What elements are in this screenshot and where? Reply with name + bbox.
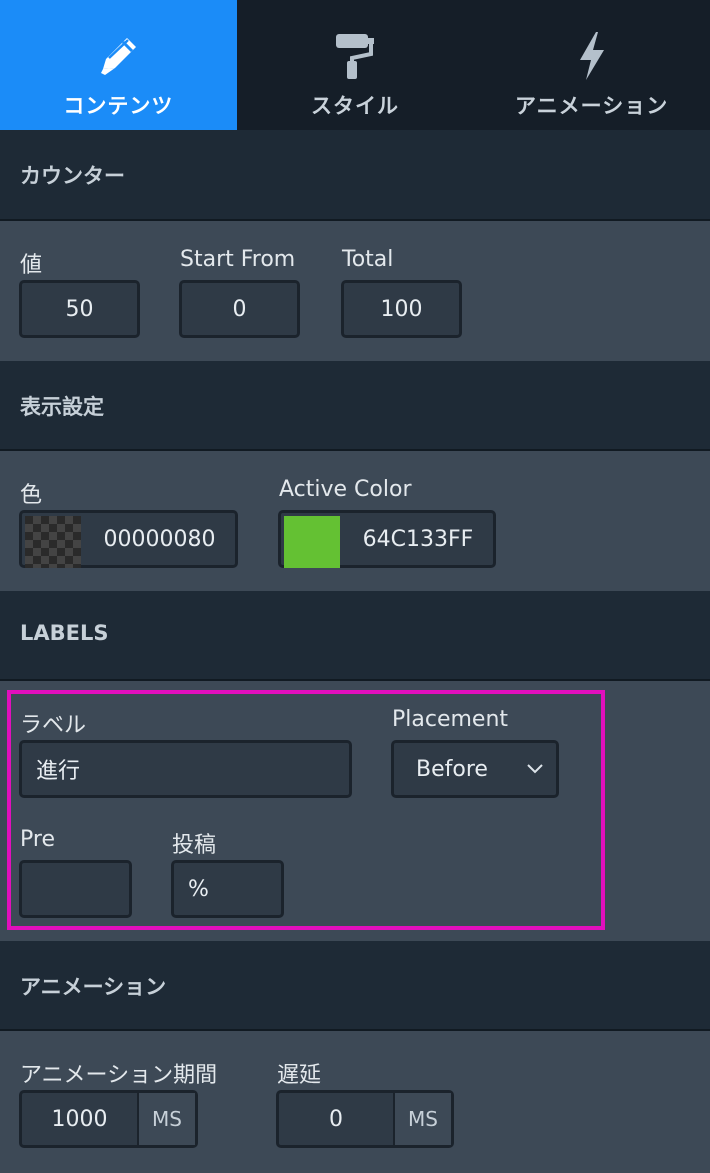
tab-animation-label: アニメーション xyxy=(515,94,669,118)
active-color-swatch[interactable] xyxy=(284,516,340,568)
delay-unit: MS xyxy=(393,1093,451,1145)
section-body-display: 色 00000080 Active Color 64C133FF xyxy=(0,451,710,591)
lightning-icon xyxy=(572,30,612,82)
section-title: 表示設定 xyxy=(20,395,104,419)
section-body-counter: 値 50 Start From 0 Total 100 xyxy=(0,221,710,361)
section-body-animation: アニメーション期間 1000 MS 遅延 0 MS xyxy=(0,1031,710,1173)
tab-style[interactable]: スタイル xyxy=(237,0,474,130)
duration-input[interactable]: 1000 MS xyxy=(19,1090,198,1148)
color-value[interactable]: 00000080 xyxy=(84,513,235,565)
paint-roller-icon xyxy=(330,30,380,82)
active-color-label: Active Color xyxy=(279,477,412,502)
section-header-counter[interactable]: カウンター xyxy=(0,130,710,221)
duration-value[interactable]: 1000 xyxy=(22,1093,137,1145)
section-header-display[interactable]: 表示設定 xyxy=(0,361,710,451)
pencil-icon xyxy=(93,30,143,82)
section-title: LABELS xyxy=(20,621,109,645)
highlight-box xyxy=(7,690,605,930)
start-from-input[interactable]: 0 xyxy=(179,280,300,338)
delay-label: 遅延 xyxy=(277,1063,322,1088)
section-header-labels[interactable]: LABELS xyxy=(0,591,710,681)
value-input[interactable]: 50 xyxy=(19,280,140,338)
tab-content-label: コンテンツ xyxy=(63,94,174,118)
section-header-animation[interactable]: アニメーション xyxy=(0,941,710,1031)
active-color-field[interactable]: 64C133FF xyxy=(278,510,496,568)
delay-input[interactable]: 0 MS xyxy=(276,1090,454,1148)
color-swatch[interactable] xyxy=(25,516,81,568)
tab-content[interactable]: コンテンツ xyxy=(0,0,237,130)
color-field[interactable]: 00000080 xyxy=(19,510,238,568)
total-label: Total xyxy=(342,247,394,272)
duration-label: アニメーション期間 xyxy=(20,1063,218,1088)
tab-animation[interactable]: アニメーション xyxy=(473,0,710,130)
section-title: アニメーション xyxy=(20,975,167,999)
value-label: 値 xyxy=(20,253,43,278)
tab-bar: コンテンツ スタイル アニメーション xyxy=(0,0,710,130)
start-from-label: Start From xyxy=(180,247,296,272)
active-color-value[interactable]: 64C133FF xyxy=(343,513,493,565)
color-label: 色 xyxy=(20,483,43,508)
tab-style-label: スタイル xyxy=(310,94,399,118)
section-title: カウンター xyxy=(20,164,125,188)
total-input[interactable]: 100 xyxy=(341,280,462,338)
delay-value[interactable]: 0 xyxy=(279,1093,393,1145)
duration-unit: MS xyxy=(137,1093,195,1145)
